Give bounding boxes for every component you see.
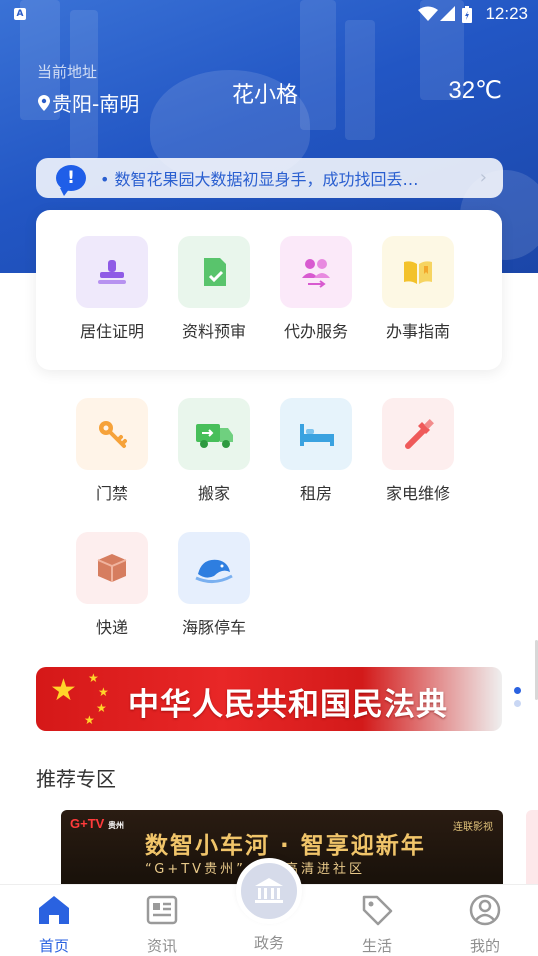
service-label: 居住证明 (79, 322, 144, 341)
star-icon: ★ (96, 701, 107, 715)
service-label: 资料预审 (181, 322, 246, 341)
service-label: 海豚停车 (181, 618, 246, 637)
tab-label: 首页 (38, 937, 69, 955)
package-icon (76, 532, 148, 604)
wrench-icon (382, 398, 454, 470)
service-appliance-repair[interactable]: 家电维修 (367, 398, 469, 504)
username: 花小格 (232, 83, 299, 108)
promo-title: 数智小车河 · 智享迎新年 (145, 833, 426, 859)
wifi-icon (418, 6, 438, 21)
key-icon (76, 398, 148, 470)
service-guide[interactable]: 办事指南 (367, 236, 469, 342)
star-icon: ★ (98, 685, 109, 699)
location-text: 贵阳-南明 (52, 92, 140, 116)
cellular-signal-icon (440, 6, 455, 21)
notice-bar[interactable]: ! • 数智花果园大数据初显身手，成功找回丢… › (36, 158, 503, 198)
government-services-card: 居住证明 资料预审 代办服务 办事指南 (36, 210, 502, 370)
location-selector[interactable]: 贵阳-南明 (38, 88, 139, 117)
temperature: 32℃ (448, 77, 502, 104)
people-transfer-icon (280, 236, 352, 308)
government-icon (255, 878, 283, 903)
banner-title: 中华人民共和国民法典 (128, 687, 448, 723)
news-icon (146, 895, 178, 925)
star-icon: ★ (50, 673, 77, 708)
recommend-section-title: 推荐专区 (36, 767, 116, 791)
bed-icon (280, 398, 352, 470)
service-label: 代办服务 (283, 322, 348, 341)
tab-label: 生活 (361, 937, 392, 955)
dolphin-icon (178, 532, 250, 604)
stamp-icon (76, 236, 148, 308)
tab-label: 资讯 (146, 937, 177, 955)
gtv-logo-text: G+TV (70, 816, 105, 831)
pager-dot (514, 700, 521, 707)
tab-life[interactable]: 生活 (347, 893, 407, 956)
status-time: 12:23 (485, 4, 528, 23)
truck-icon (178, 398, 250, 470)
civil-code-banner[interactable]: ★ ★ ★ ★ ★ 中华人民共和国民法典 (36, 667, 502, 731)
home-icon (39, 896, 69, 924)
service-rental[interactable]: 租房 (265, 398, 367, 504)
service-agent-service[interactable]: 代办服务 (265, 236, 367, 342)
service-document-precheck[interactable]: 资料预审 (163, 236, 265, 342)
service-label: 搬家 (197, 484, 230, 503)
location-label: 当前地址 (37, 63, 98, 81)
service-label: 快递 (95, 618, 128, 637)
app-notification-icon: A (14, 8, 26, 20)
star-icon: ★ (84, 713, 95, 727)
notice-bubble-icon: ! (56, 165, 86, 196)
service-residence-certificate[interactable]: 居住证明 (61, 236, 163, 342)
tab-government-button[interactable] (236, 858, 302, 924)
service-label: 家电维修 (385, 484, 450, 503)
service-dolphin-parking[interactable]: 海豚停车 (163, 532, 265, 638)
star-icon: ★ (88, 671, 99, 685)
service-moving[interactable]: 搬家 (163, 398, 265, 504)
battery-icon (462, 6, 472, 23)
notice-text: • 数智花果园大数据初显身手，成功找回丢… (100, 170, 419, 189)
status-bar: A 12:23 (0, 0, 538, 30)
service-label: 门禁 (95, 484, 128, 503)
gtv-logo: G+TV 贵州 (70, 816, 124, 831)
tab-news[interactable]: 资讯 (132, 893, 192, 956)
document-check-icon (178, 236, 250, 308)
gtv-logo-sub: 贵州 (107, 821, 124, 830)
pager-dot-active (514, 687, 521, 694)
open-book-icon (382, 236, 454, 308)
tab-mine[interactable]: 我的 (455, 893, 515, 956)
location-pin-icon (38, 94, 50, 111)
next-promo-card[interactable] (526, 810, 538, 890)
tab-home[interactable]: 首页 (24, 893, 84, 956)
service-label: 办事指南 (385, 322, 450, 341)
service-label: 租房 (299, 484, 332, 503)
service-access-control[interactable]: 门禁 (61, 398, 163, 504)
user-icon (469, 894, 501, 926)
tab-label: 政务 (253, 934, 284, 952)
service-express[interactable]: 快递 (61, 532, 163, 638)
tab-label: 我的 (469, 937, 500, 955)
tag-icon (362, 895, 393, 926)
promo-brand: 连联影视 (453, 822, 493, 833)
banner-pager (514, 687, 521, 713)
chevron-right-icon: › (479, 167, 487, 188)
